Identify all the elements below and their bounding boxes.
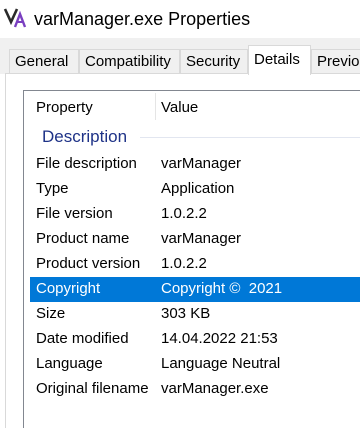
detail-row-original-filename[interactable]: Original filename varManager.exe	[30, 377, 360, 402]
varmanager-app-icon	[3, 8, 27, 28]
property-name: File description	[36, 155, 137, 172]
detail-row-language[interactable]: Language Language Neutral	[30, 352, 360, 377]
property-name: Copyright	[36, 280, 101, 297]
detail-row-file-version[interactable]: File version 1.0.2.2	[30, 202, 360, 227]
title-bar[interactable]: varManager.exe Properties	[0, 0, 360, 38]
tab-general[interactable]: General	[9, 49, 79, 73]
property-name: Type	[36, 180, 69, 197]
property-value: 14.04.2022 21:53	[161, 330, 278, 347]
property-value: 1.0.2.2	[161, 205, 207, 222]
tab-previous-versions[interactable]: Previous Versions	[311, 49, 360, 73]
property-name: Original filename	[36, 380, 149, 397]
column-header-property[interactable]: Property	[36, 98, 93, 118]
detail-row-type[interactable]: Type Application	[30, 177, 360, 202]
detail-row-date-modified[interactable]: Date modified 14.04.2022 21:53	[30, 327, 360, 352]
property-value: varManager	[161, 155, 242, 172]
group-divider	[140, 137, 360, 138]
property-value: Application	[161, 180, 235, 197]
detail-row-size[interactable]: Size 303 KB	[30, 302, 360, 327]
detail-row-file-description[interactable]: File description varManager	[30, 152, 360, 177]
property-value: 1.0.2.2	[161, 255, 207, 272]
property-value: varManager.exe	[161, 380, 269, 397]
property-value: Copyright © 2021	[161, 280, 283, 297]
property-value: Language Neutral	[161, 355, 281, 372]
property-name: File version	[36, 205, 113, 222]
tab-security[interactable]: Security	[180, 49, 248, 73]
detail-row-copyright[interactable]: Copyright Copyright © 2021	[30, 277, 360, 302]
property-value: varManager	[161, 230, 242, 247]
property-name: Language	[36, 355, 103, 372]
column-divider[interactable]	[155, 93, 156, 120]
tab-details[interactable]: Details	[248, 45, 311, 75]
property-name: Product name	[36, 230, 130, 247]
property-name: Size	[36, 305, 66, 322]
window-title: varManager.exe Properties	[34, 9, 251, 29]
property-value: 303 KB	[161, 305, 211, 322]
property-name: Date modified	[36, 330, 129, 347]
detail-row-product-version[interactable]: Product version 1.0.2.2	[30, 252, 360, 277]
column-header-value[interactable]: Value	[161, 98, 198, 118]
tab-compatibility[interactable]: Compatibility	[79, 49, 180, 73]
group-header-description[interactable]: Description	[42, 127, 127, 147]
detail-row-product-name[interactable]: Product name varManager	[30, 227, 360, 252]
property-name: Product version	[36, 255, 141, 272]
